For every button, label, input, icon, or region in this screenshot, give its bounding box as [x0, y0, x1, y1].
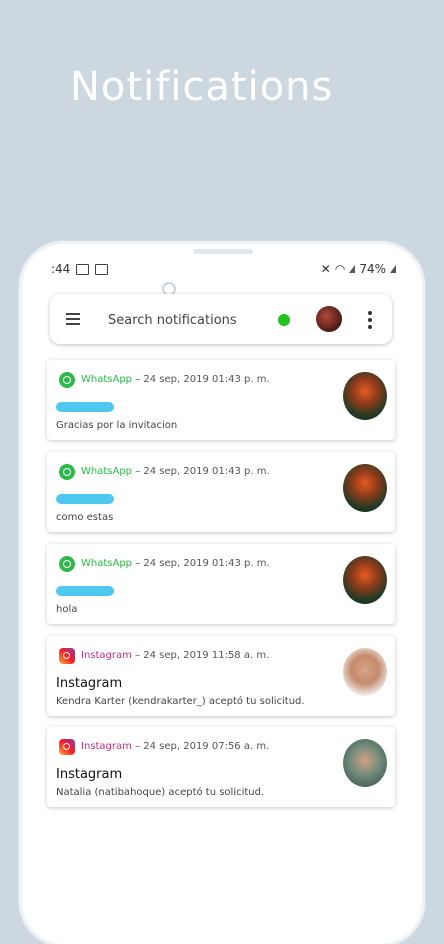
notification-card[interactable]: WhatsApp – 24 sep, 2019 01:43 p. m. Grac…	[47, 360, 395, 440]
page-headline: Notifications	[70, 64, 334, 110]
notification-time: 24 sep, 2019 01:43 p. m.	[143, 466, 270, 477]
separator: –	[135, 741, 141, 752]
avatar	[343, 739, 387, 787]
avatar	[343, 464, 387, 512]
phone-speaker	[193, 249, 253, 254]
app-name: WhatsApp	[81, 374, 133, 385]
notification-header: Instagram – 24 sep, 2019 11:58 a. m.	[81, 650, 269, 661]
battery-level: 74%	[359, 262, 386, 276]
app-name: Instagram	[81, 650, 132, 661]
notification-card[interactable]: Instagram – 24 sep, 2019 11:58 a. m. Ins…	[47, 636, 395, 716]
menu-icon[interactable]	[66, 313, 80, 325]
status-bar: :44 ✕ ◠ 74%	[22, 262, 422, 296]
notification-message: hola	[56, 604, 78, 615]
avatar[interactable]	[316, 306, 342, 332]
status-dot	[278, 314, 290, 326]
separator: –	[135, 650, 141, 661]
phone-frame: :44 ✕ ◠ 74% WhatsApp – 24 sep, 2019 01:4	[22, 244, 422, 944]
avatar	[343, 372, 387, 420]
whatsapp-icon	[59, 556, 75, 572]
battery-icon	[390, 265, 396, 273]
notification-header: Instagram – 24 sep, 2019 07:56 a. m.	[81, 741, 269, 752]
instagram-icon	[59, 739, 75, 755]
notification-time: 24 sep, 2019 07:56 a. m.	[143, 741, 270, 752]
search-input[interactable]	[106, 308, 270, 332]
separator: –	[135, 374, 141, 385]
avatar	[343, 556, 387, 604]
notification-time: 24 sep, 2019 11:58 a. m.	[143, 650, 270, 661]
redacted-sender	[56, 494, 114, 504]
whatsapp-icon	[59, 372, 75, 388]
notification-message: como estas	[56, 512, 114, 523]
separator: –	[135, 558, 141, 569]
app-name: Instagram	[81, 741, 132, 752]
notification-message: Natalia (natibahoque) aceptó tu solicitu…	[56, 787, 265, 798]
notification-header: WhatsApp – 24 sep, 2019 01:43 p. m.	[81, 374, 270, 385]
search-bar	[50, 294, 392, 344]
instagram-icon	[59, 648, 75, 664]
screen-icon	[76, 263, 90, 275]
notification-title: Instagram	[56, 676, 123, 691]
notification-card[interactable]: Instagram – 24 sep, 2019 07:56 a. m. Ins…	[47, 727, 395, 807]
app-name: WhatsApp	[81, 466, 133, 477]
notification-time: 24 sep, 2019 01:43 p. m.	[143, 374, 270, 385]
notification-message: Kendra Karter (kendrakarter_) aceptó tu …	[56, 696, 305, 707]
notification-card[interactable]: WhatsApp – 24 sep, 2019 01:43 p. m. hola	[47, 544, 395, 624]
app-name: WhatsApp	[81, 558, 133, 569]
redacted-sender	[56, 586, 114, 596]
notification-message: Gracias por la invitacion	[56, 420, 178, 431]
whatsapp-icon	[59, 464, 75, 480]
avatar	[343, 648, 387, 696]
separator: –	[135, 466, 141, 477]
status-time: :44	[51, 262, 71, 276]
notification-header: WhatsApp – 24 sep, 2019 01:43 p. m.	[81, 466, 270, 477]
notification-card[interactable]: WhatsApp – 24 sep, 2019 01:43 p. m. como…	[47, 452, 395, 532]
gallery-icon	[95, 263, 109, 275]
notification-header: WhatsApp – 24 sep, 2019 01:43 p. m.	[81, 558, 270, 569]
wifi-icon: ◠	[334, 262, 346, 276]
signal-icon	[349, 265, 356, 273]
redacted-sender	[56, 402, 114, 412]
notification-time: 24 sep, 2019 01:43 p. m.	[143, 558, 270, 569]
mute-icon: ✕	[320, 262, 331, 276]
more-vertical-icon[interactable]	[368, 311, 372, 332]
notification-title: Instagram	[56, 767, 123, 782]
